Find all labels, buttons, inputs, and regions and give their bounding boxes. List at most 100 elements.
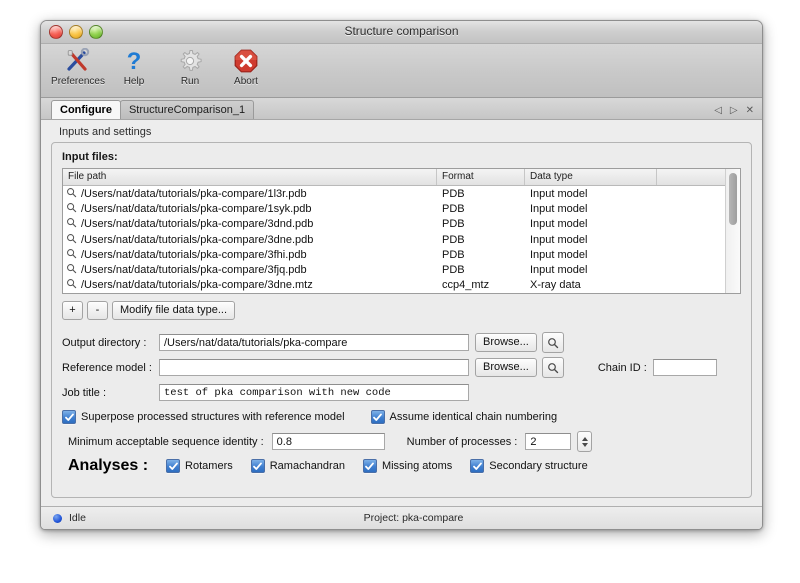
reference-model-input[interactable] (159, 359, 469, 376)
secondary-structure-label: Secondary structure (489, 460, 588, 472)
table-header-row: File path Format Data type (63, 169, 725, 186)
num-processes-label: Number of processes : (406, 435, 518, 448)
toolbar-label-help: Help (123, 76, 145, 87)
screenshot-root: Structure comparison Preferences ? Help … (0, 0, 800, 583)
identical-chains-checkbox-line[interactable]: Assume identical chain numbering (370, 410, 557, 424)
cell-file-path: /Users/nat/data/tutorials/pka-compare/1l… (63, 187, 437, 201)
file-search-icon[interactable] (66, 248, 77, 262)
secondary-structure-checkbox[interactable] (470, 459, 485, 473)
analyses-row: Analyses : Rotamers Ramachandran Missing… (62, 454, 741, 478)
cell-file-path: /Users/nat/data/tutorials/pka-compare/3d… (63, 278, 437, 292)
toolbar-button-help[interactable]: ? Help (107, 47, 161, 87)
table-row[interactable]: /Users/nat/data/tutorials/pka-compare/1l… (63, 186, 725, 201)
status-text: Idle (69, 512, 86, 524)
svg-text:?: ? (127, 48, 142, 74)
reference-model-browse-button[interactable]: Browse... (475, 358, 537, 377)
cell-format: PDB (442, 264, 465, 277)
table-row[interactable]: /Users/nat/data/tutorials/pka-compare/3f… (63, 247, 725, 262)
ramachandran-checkbox[interactable] (250, 459, 265, 473)
column-header-format[interactable]: Format (437, 169, 525, 185)
superpose-options-row: Superpose processed structures with refe… (62, 405, 741, 429)
tab-configure[interactable]: Configure (51, 100, 121, 119)
cell-data-type: X-ray data (530, 279, 581, 292)
file-path-text: /Users/nat/data/tutorials/pka-compare/3f… (81, 264, 307, 277)
cell-file-path: /Users/nat/data/tutorials/pka-compare/3f… (63, 263, 437, 277)
modify-file-data-type-button[interactable]: Modify file data type... (112, 301, 235, 320)
toolbar-button-run[interactable]: Run (163, 47, 217, 87)
cell-format: PDB (442, 248, 465, 261)
file-search-icon[interactable] (66, 263, 77, 277)
analysis-secondary-structure[interactable]: Secondary structure (470, 459, 588, 473)
tab-structurecomparison-1[interactable]: StructureComparison_1 (119, 100, 255, 119)
file-search-icon[interactable] (66, 187, 77, 201)
main-toolbar: Preferences ? Help Run Abort (41, 44, 762, 98)
cell-data-type: Input model (530, 233, 588, 246)
next-icon[interactable]: ▷ (730, 105, 738, 116)
job-title-label: Job title : (62, 386, 107, 399)
min-identity-input[interactable]: 0.8 (271, 433, 385, 450)
table-row[interactable]: /Users/nat/data/tutorials/pka-compare/3f… (63, 262, 725, 277)
reference-model-row: Reference model : Browse... Chain ID : (62, 355, 741, 380)
close-icon[interactable]: ✕ (746, 105, 754, 116)
missing-atoms-checkbox[interactable] (362, 459, 377, 473)
table-row[interactable]: /Users/nat/data/tutorials/pka-compare/3d… (63, 217, 725, 232)
reference-model-search-icon[interactable] (541, 357, 564, 378)
table-scrollbar[interactable] (725, 169, 740, 293)
analysis-rotamers[interactable]: Rotamers (166, 459, 233, 473)
content-area: Inputs and settings Input files: File pa… (41, 120, 762, 506)
superpose-label: Superpose processed structures with refe… (81, 411, 345, 423)
cell-format: PDB (442, 202, 465, 215)
cell-format: PDB (442, 187, 465, 200)
output-directory-label: Output directory : (62, 336, 147, 349)
column-header-extra[interactable] (657, 169, 725, 185)
superpose-checkbox-line[interactable]: Superpose processed structures with refe… (62, 410, 345, 424)
file-search-icon[interactable] (66, 278, 77, 292)
file-path-text: /Users/nat/data/tutorials/pka-compare/1l… (81, 187, 307, 200)
stepper-up-icon[interactable] (581, 436, 588, 441)
prev-icon[interactable]: ◁ (714, 105, 722, 116)
table-row[interactable]: /Users/nat/data/tutorials/pka-compare/3d… (63, 232, 725, 247)
input-files-label: Input files: (62, 151, 118, 163)
output-directory-input[interactable]: /Users/nat/data/tutorials/pka-compare (159, 334, 469, 351)
num-processes-stepper[interactable] (577, 431, 593, 452)
identical-chains-checkbox[interactable] (370, 410, 385, 424)
table-row[interactable]: /Users/nat/data/tutorials/pka-compare/1s… (63, 201, 725, 216)
file-path-text: /Users/nat/data/tutorials/pka-compare/3d… (81, 218, 314, 231)
column-header-data-type[interactable]: Data type (525, 169, 657, 185)
file-search-icon[interactable] (66, 202, 77, 216)
cell-data-type: Input model (530, 264, 588, 277)
toolbar-button-preferences[interactable]: Preferences (51, 47, 105, 87)
table-scrollbar-thumb[interactable] (729, 173, 737, 225)
input-files-table: File path Format Data type /Users/nat/da… (62, 168, 741, 294)
question-mark-icon: ? (121, 47, 147, 75)
file-search-icon[interactable] (66, 217, 77, 231)
table-row[interactable]: /Users/nat/data/tutorials/pka-compare/3d… (63, 278, 725, 293)
cell-file-path: /Users/nat/data/tutorials/pka-compare/3d… (63, 217, 437, 231)
rotamers-checkbox[interactable] (166, 459, 181, 473)
superpose-checkbox[interactable] (62, 410, 76, 424)
output-directory-search-icon[interactable] (541, 332, 564, 353)
file-search-icon[interactable] (66, 233, 77, 247)
job-title-input[interactable]: test of pka comparison with new code (159, 384, 469, 401)
table-body: /Users/nat/data/tutorials/pka-compare/1l… (63, 186, 725, 293)
file-path-text: /Users/nat/data/tutorials/pka-compare/3f… (81, 248, 307, 261)
analysis-missing-atoms[interactable]: Missing atoms (362, 459, 453, 473)
rotamers-label: Rotamers (185, 460, 233, 472)
add-file-button[interactable]: + (62, 301, 83, 320)
settings-form: Output directory : /Users/nat/data/tutor… (62, 330, 741, 478)
analyses-label: Analyses : (68, 457, 149, 474)
cell-data-type: Input model (530, 218, 588, 231)
column-header-file-path[interactable]: File path (63, 169, 437, 185)
analysis-ramachandran[interactable]: Ramachandran (250, 459, 345, 473)
stepper-down-icon[interactable] (581, 442, 588, 447)
missing-atoms-label: Missing atoms (381, 460, 453, 472)
file-path-text: /Users/nat/data/tutorials/pka-compare/3d… (81, 279, 313, 292)
remove-file-button[interactable]: - (87, 301, 108, 320)
cell-file-path: /Users/nat/data/tutorials/pka-compare/3f… (63, 248, 437, 262)
tab-bar: Configure StructureComparison_1 ◁ ▷ ✕ (41, 98, 762, 120)
chain-id-input[interactable] (652, 359, 717, 376)
output-directory-browse-button[interactable]: Browse... (475, 333, 537, 352)
toolbar-button-abort[interactable]: Abort (219, 47, 273, 87)
status-indicator-icon (53, 513, 62, 523)
num-processes-input[interactable]: 2 (525, 433, 572, 450)
